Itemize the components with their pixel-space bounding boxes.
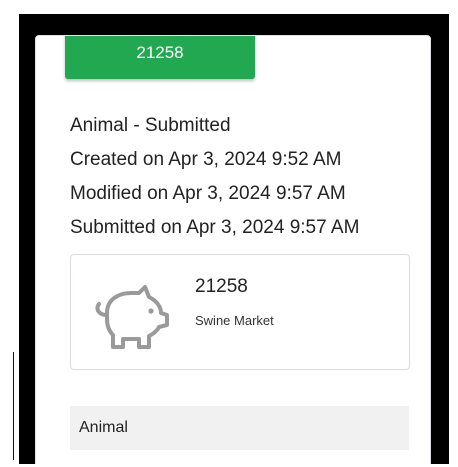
created-timestamp: Created on Apr 3, 2024 9:52 AM [70,149,342,170]
record-id-label: 21258 [136,43,184,62]
animal-section-title: Animal [79,419,128,436]
animal-type: Swine Market [195,313,274,328]
device-frame: 21258 Animal - Submitted Created on Apr … [19,14,449,464]
screenshot-stage: 21258 Animal - Submitted Created on Apr … [0,0,458,467]
modified-timestamp: Modified on Apr 3, 2024 9:57 AM [70,183,346,204]
record-meta: Animal - Submitted Created on Apr 3, 202… [70,109,359,245]
animal-id: 21258 [195,276,248,297]
record-card: 21258 Animal - Submitted Created on Apr … [35,35,431,464]
submitted-timestamp: Submitted on Apr 3, 2024 9:57 AM [70,217,360,238]
animal-summary-card[interactable]: 21258 Swine Market [70,254,410,370]
record-id-badge[interactable]: 21258 [65,36,255,79]
pig-icon [95,285,169,349]
record-status-title: Animal - Submitted [70,115,231,136]
animal-section-header[interactable]: Animal [70,406,409,450]
edge-divider [13,352,14,460]
